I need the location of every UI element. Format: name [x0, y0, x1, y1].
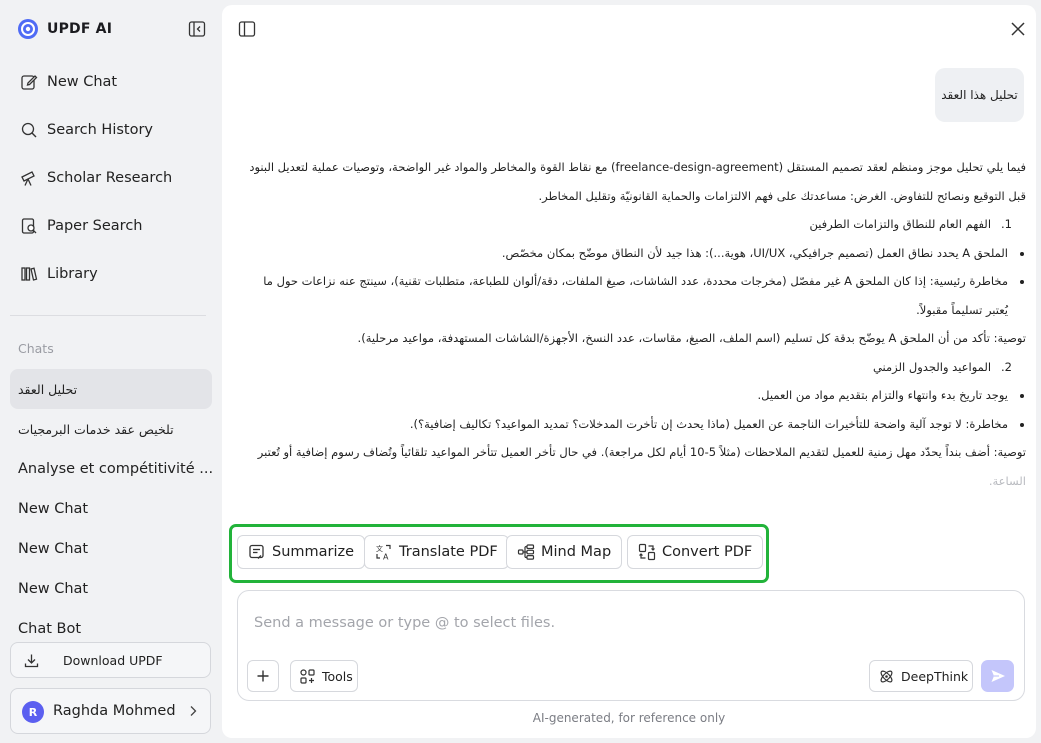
answer-intro: فيما يلي تحليل موجز ومنظم لعقد تصميم الم… — [249, 160, 1026, 203]
chat-item[interactable]: New Chat — [10, 569, 212, 609]
deepthink-toggle[interactable]: DeepThink — [869, 660, 973, 692]
convert-pdf-label: Convert PDF — [662, 544, 753, 560]
svg-text:A: A — [383, 553, 389, 562]
sidebar-divider — [10, 315, 206, 316]
attach-button[interactable] — [247, 660, 279, 692]
plus-icon — [257, 670, 269, 682]
telescope-icon — [21, 171, 35, 186]
avatar: R — [22, 701, 44, 723]
answer-recommendation: توصية: تأكد من أن الملحق A يوضّح بدقة كل… — [357, 331, 1026, 345]
chat-item[interactable]: تلخيص عقد خدمات البرمجيات — [10, 409, 212, 449]
sidebar-item-label: Scholar Research — [47, 170, 173, 186]
download-label: Download UPDF — [63, 653, 163, 668]
chat-panel: تحليل هذا العقد فيما يلي تحليل موجز ومنظ… — [222, 5, 1036, 738]
sidebar-nav: New Chat Search History Scholar Research… — [10, 62, 212, 302]
sidebar-item-label: Library — [47, 266, 98, 282]
search-icon — [21, 122, 37, 138]
answer-section-heading: 1. الفهم العام للنطاق والتزامات الطرفين — [248, 210, 1026, 239]
chevron-right-icon — [190, 706, 197, 716]
tools-button[interactable]: Tools — [290, 660, 358, 692]
chats-section-label: Chats — [18, 341, 54, 356]
section-number: 1. — [1001, 217, 1012, 231]
tools-label: Tools — [322, 668, 353, 684]
message-input[interactable] — [254, 615, 994, 631]
summarize-label: Summarize — [272, 544, 355, 560]
download-icon — [24, 654, 39, 668]
answer-bullet: مخاطرة: لا توجد آلية واضحة للتأخيرات الن… — [248, 410, 1010, 439]
answer-bullets: الملحق A يحدد نطاق العمل (تصميم جرافيكي،… — [248, 239, 1026, 325]
translate-icon: 文A — [376, 544, 391, 562]
answer-continuation: الساعة. — [988, 473, 1026, 488]
answer-bullets: يوجد تاريخ بدء وانتهاء والتزام بتقديم مو… — [248, 381, 1026, 438]
summarize-button[interactable]: Summarize — [237, 535, 366, 569]
brand: UPDF AI — [17, 17, 112, 41]
chat-history-list[interactable]: تحليل العقد تلخيص عقد خدمات البرمجيات An… — [10, 369, 212, 633]
edit-icon — [21, 75, 38, 90]
download-updf-button[interactable]: Download UPDF — [10, 642, 211, 678]
ai-answer: فيما يلي تحليل موجز ومنظم لعقد تصميم الم… — [248, 153, 1026, 523]
section-number: 2. — [1001, 359, 1012, 374]
send-button[interactable] — [981, 660, 1014, 692]
mind-map-button[interactable]: Mind Map — [506, 535, 623, 569]
sidebar-item-scholar-research[interactable]: Scholar Research — [10, 158, 212, 198]
translate-pdf-button[interactable]: 文A Translate PDF — [364, 535, 509, 569]
message-composer: Tools DeepThink — [237, 590, 1025, 701]
paper-search-icon — [21, 218, 37, 234]
sidebar-item-new-chat[interactable]: New Chat — [10, 62, 212, 102]
chat-item[interactable]: Chat Bot — [10, 609, 212, 633]
convert-pdf-button[interactable]: Convert PDF — [627, 535, 764, 569]
sidebar-item-label: New Chat — [47, 74, 118, 90]
user-account-button[interactable]: R Raghda Mohmed — [10, 688, 211, 734]
chat-item-active[interactable]: تحليل العقد — [10, 369, 212, 409]
mind-map-label: Mind Map — [541, 544, 612, 560]
answer-recommendation: توصية: أضف بنداً يحدّد مهل زمنية للعميل … — [257, 445, 1026, 459]
tools-icon — [300, 668, 315, 684]
section-title: المواعيد والجدول الزمني — [872, 359, 992, 374]
ai-disclaimer: AI-generated, for reference only — [532, 711, 726, 725]
answer-bullet: الملحق A يحدد نطاق العمل (تصميم جرافيكي،… — [248, 239, 1010, 268]
library-icon — [21, 267, 38, 281]
close-icon[interactable] — [1010, 21, 1026, 37]
user-message-bubble: تحليل هذا العقد — [935, 68, 1024, 122]
chat-item[interactable]: New Chat — [10, 489, 212, 529]
section-title: الفهم العام للنطاق والتزامات الطرفين — [809, 217, 992, 231]
user-name: Raghda Mohmed — [53, 703, 176, 719]
updf-logo-icon — [18, 19, 38, 39]
chat-item[interactable]: Analyse et compétitivité ... — [10, 449, 212, 489]
quick-actions-bar: Summarize 文A Translate PDF Mind Map Conv… — [229, 524, 769, 583]
sidebar-item-label: Paper Search — [47, 218, 143, 234]
app-name: UPDF AI — [47, 21, 113, 37]
chat-item[interactable]: New Chat — [10, 529, 212, 569]
svg-text:文: 文 — [376, 544, 383, 553]
sidebar-toggle-icon[interactable] — [238, 20, 256, 38]
deepthink-label: DeepThink — [901, 668, 969, 684]
sidebar: UPDF AI New Chat Search History Scholar … — [0, 0, 222, 743]
collapse-sidebar-icon[interactable] — [188, 20, 206, 38]
sidebar-item-paper-search[interactable]: Paper Search — [10, 206, 212, 246]
sidebar-item-search-history[interactable]: Search History — [10, 110, 212, 150]
translate-pdf-label: Translate PDF — [399, 544, 498, 560]
sidebar-item-label: Search History — [47, 122, 154, 138]
summarize-icon — [249, 544, 264, 559]
sidebar-item-library[interactable]: Library — [10, 254, 212, 294]
mind-map-icon — [517, 544, 535, 560]
answer-bullet: يوجد تاريخ بدء وانتهاء والتزام بتقديم مو… — [248, 381, 1010, 410]
answer-bullet: مخاطرة رئيسية: إذا كان الملحق A غير مفصّ… — [248, 267, 1010, 324]
convert-icon — [638, 543, 656, 561]
atom-icon — [880, 670, 893, 682]
answer-section-heading: 2. المواعيد والجدول الزمني — [248, 353, 1026, 382]
send-icon — [991, 670, 1005, 682]
